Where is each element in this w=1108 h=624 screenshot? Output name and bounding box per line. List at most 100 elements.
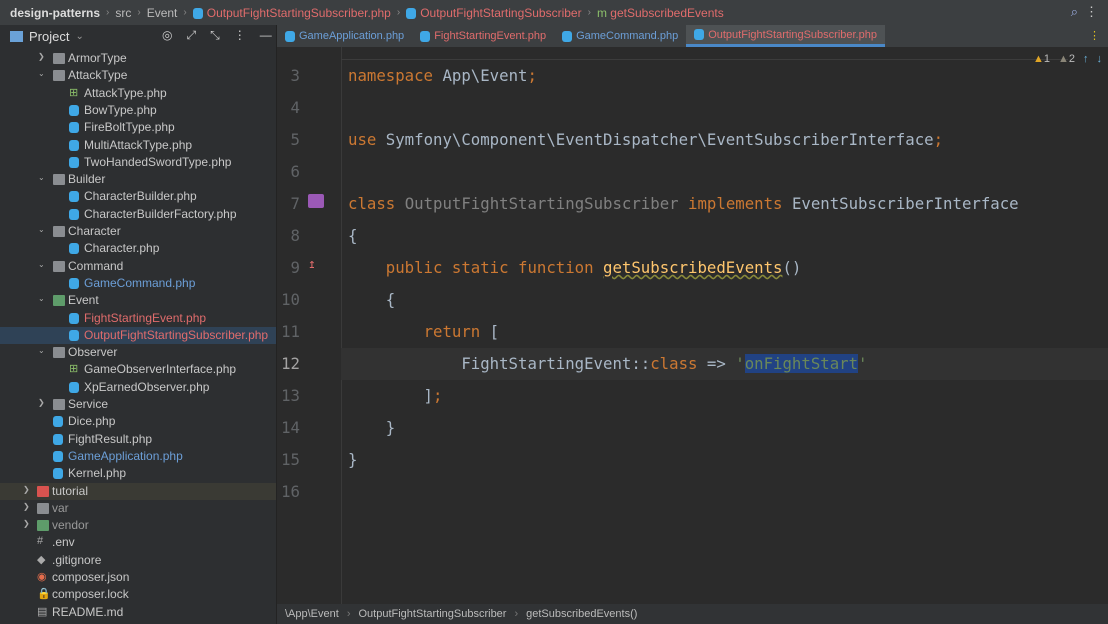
nav-src[interactable]: src xyxy=(115,6,131,20)
tree-item[interactable]: ⌄ Builder xyxy=(0,171,276,188)
code-line[interactable]: return [ xyxy=(348,322,500,341)
tree-item[interactable]: ❯ var xyxy=(0,500,276,517)
tree-item[interactable]: ⌄ AttackType xyxy=(0,67,276,84)
tree-item[interactable]: Kernel.php xyxy=(0,465,276,482)
tree-item[interactable]: ⌄ Command xyxy=(0,258,276,275)
editor-tab[interactable]: GameApplication.php xyxy=(277,25,412,47)
line-number: 12 xyxy=(281,354,300,373)
tree-item[interactable]: FireBoltType.php xyxy=(0,119,276,136)
tree-item[interactable]: FightStartingEvent.php xyxy=(0,310,276,327)
editor-tab[interactable]: GameCommand.php xyxy=(554,25,686,47)
tree-item[interactable]: Dice.php xyxy=(0,413,276,430)
code-line[interactable]: { xyxy=(348,290,395,309)
nav-class[interactable]: OutputFightStartingSubscriber xyxy=(406,6,582,20)
tree-item-label: GameApplication.php xyxy=(68,448,183,463)
tree-item[interactable]: CharacterBuilderFactory.php xyxy=(0,206,276,223)
tree-item[interactable]: Character.php xyxy=(0,240,276,257)
tree-item[interactable]: ❯ vendor xyxy=(0,517,276,534)
chevron-down-icon[interactable]: ⌄ xyxy=(38,225,45,234)
status-method[interactable]: getSubscribedEvents() xyxy=(526,608,637,620)
chevron-right-icon[interactable]: ❯ xyxy=(23,519,30,528)
tree-item[interactable]: FightResult.php xyxy=(0,431,276,448)
nav-file[interactable]: OutputFightStartingSubscriber.php xyxy=(192,6,391,20)
code-line[interactable]: public static function getSubscribedEven… xyxy=(348,258,802,277)
tree-item[interactable]: CharacterBuilder.php xyxy=(0,188,276,205)
more-icon[interactable]: ⋮ xyxy=(1085,4,1098,20)
code-line[interactable]: namespace App\Event; xyxy=(348,66,537,85)
tree-item[interactable]: MultiAttackType.php xyxy=(0,137,276,154)
nav-project[interactable]: design-patterns xyxy=(10,6,100,20)
weak-warning-count-label: 2 xyxy=(1068,53,1075,65)
tree-item[interactable]: ⌄ Character xyxy=(0,223,276,240)
chevron-right-icon[interactable]: ❯ xyxy=(23,485,30,494)
tree-item[interactable]: # .env xyxy=(0,534,276,551)
code-line[interactable]: } xyxy=(348,450,357,469)
options-icon[interactable]: ⋮ xyxy=(234,28,246,43)
tree-item-label: Character xyxy=(68,224,121,238)
warning-count[interactable]: ▲1 xyxy=(1033,53,1050,65)
tree-item-label: Dice.php xyxy=(68,414,116,429)
tree-item-label: TwoHandedSwordType.php xyxy=(84,154,232,169)
tab-label: OutputFightStartingSubscriber.php xyxy=(708,28,877,41)
code-line[interactable]: ]; xyxy=(348,386,443,405)
tree-item-label: FightResult.php xyxy=(68,431,153,446)
tree-item[interactable]: ❯ ArmorType xyxy=(0,50,276,67)
chevron-down-icon[interactable]: ⌄ xyxy=(38,346,45,355)
editor-tab[interactable]: FightStartingEvent.php xyxy=(412,25,554,47)
code-line[interactable]: { xyxy=(348,226,357,245)
tree-item[interactable]: ❯ tutorial xyxy=(0,482,276,500)
php-file-icon xyxy=(53,468,63,480)
arrow-down-icon[interactable]: ↓ xyxy=(1097,53,1103,65)
implements-gutter-icon[interactable] xyxy=(308,194,324,208)
code-line[interactable]: } xyxy=(348,418,395,437)
override-gutter-icon[interactable]: ↥ xyxy=(308,257,316,272)
nav-event[interactable]: Event xyxy=(147,6,178,20)
tree-item[interactable]: 🔒 composer.lock xyxy=(0,586,276,603)
tree-item[interactable]: ▤ README.md xyxy=(0,604,276,621)
arrow-up-icon[interactable]: ↑ xyxy=(1083,53,1089,65)
tree-item[interactable]: XpEarnedObserver.php xyxy=(0,379,276,396)
tree-item[interactable]: ⌄ Observer xyxy=(0,344,276,361)
search-icon[interactable]: ⌕ xyxy=(1071,4,1078,20)
chevron-down-icon[interactable]: ⌄ xyxy=(38,260,45,269)
tree-item-label: GameCommand.php xyxy=(84,275,196,290)
chevron-down-icon[interactable]: ⌄ xyxy=(38,69,45,78)
chevron-down-icon[interactable]: ⌄ xyxy=(75,31,83,42)
status-namespace[interactable]: \App\Event xyxy=(285,608,339,620)
hide-icon[interactable]: — xyxy=(260,28,272,43)
folder-icon xyxy=(53,174,65,186)
line-number: 14 xyxy=(281,418,300,437)
tree-item[interactable]: GameCommand.php xyxy=(0,275,276,292)
chevron-down-icon[interactable]: ⌄ xyxy=(38,294,45,303)
chevron-right-icon[interactable]: ❯ xyxy=(38,398,45,407)
tree-item[interactable]: GameApplication.php xyxy=(0,448,276,465)
chevron-right-icon[interactable]: ❯ xyxy=(38,52,45,61)
code-line[interactable]: FightStartingEvent::class => 'onFightSta… xyxy=(348,354,868,373)
tree-item[interactable]: ⊞ AttackType.php xyxy=(0,85,276,102)
tree-item[interactable]: ◉ composer.json xyxy=(0,569,276,586)
file-icon: # xyxy=(37,535,44,548)
tree-item[interactable]: ⊞ GameObserverInterface.php xyxy=(0,361,276,378)
tabs-menu-icon[interactable]: ⋮ xyxy=(1081,25,1108,47)
code-line[interactable]: use Symfony\Component\EventDispatcher\Ev… xyxy=(348,130,943,149)
tree-item[interactable]: OutputFightStartingSubscriber.php xyxy=(0,326,276,345)
inspection-widget[interactable]: ▲1 ▲2 ↑ ↓ xyxy=(1033,53,1102,65)
weak-warning-count[interactable]: ▲2 xyxy=(1058,53,1075,65)
chevron-down-icon[interactable]: ⌄ xyxy=(38,173,45,182)
collapse-icon[interactable]: ⤡ xyxy=(210,28,220,43)
editor-tab[interactable]: OutputFightStartingSubscriber.php xyxy=(686,25,885,47)
tree-item[interactable]: ❯ Service xyxy=(0,396,276,413)
tree-item[interactable]: TwoHandedSwordType.php xyxy=(0,154,276,171)
tree-item[interactable]: ◆ .gitignore xyxy=(0,552,276,569)
locate-icon[interactable]: ◎ xyxy=(162,28,172,43)
tree-item[interactable]: ⌄ Event xyxy=(0,292,276,309)
expand-icon[interactable]: ⤢ xyxy=(186,28,196,43)
chevron-right-icon[interactable]: ❯ xyxy=(23,502,30,511)
folder-icon xyxy=(37,502,49,514)
status-class[interactable]: OutputFightStartingSubscriber xyxy=(359,608,507,620)
tree-item[interactable]: BowType.php xyxy=(0,102,276,119)
nav-method[interactable]: m getSubscribedEvents xyxy=(597,6,724,20)
code-line[interactable]: class OutputFightStartingSubscriber impl… xyxy=(348,194,1019,213)
code-editor[interactable]: ▲1 ▲2 ↑ ↓ 3 namespace App\Event; 4 5 use Sym… xyxy=(277,47,1108,604)
project-title[interactable]: Project xyxy=(29,29,69,44)
